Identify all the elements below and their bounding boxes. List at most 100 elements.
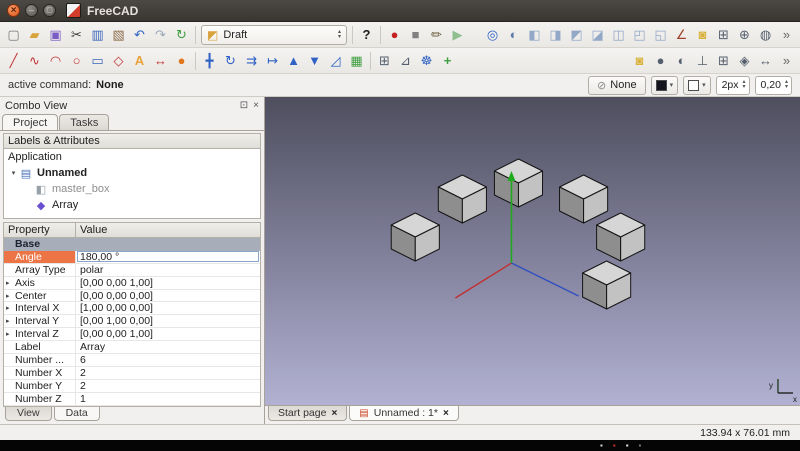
new-document-icon[interactable]: ▢ [3,24,24,46]
draft-scale-icon[interactable]: ◿ [325,50,346,72]
whatsthis-icon[interactable]: ? [356,24,377,46]
close-panel-icon[interactable]: × [253,101,259,111]
copy-icon[interactable]: ▥ [87,24,108,46]
tab-close-icon[interactable]: × [331,408,337,419]
tree-expander-icon[interactable]: ▾ [8,169,19,177]
lock-position-icon[interactable]: ◙ [692,24,713,46]
snap-lock-icon[interactable]: ◙ [629,50,650,72]
draft-dimension-icon[interactable]: ↔ [150,50,171,72]
draw-style-icon[interactable]: ◐ [503,24,524,46]
window-maximize-button[interactable] [43,4,56,17]
prop-row-array-type[interactable]: Array Type polar [4,264,260,277]
prop-row-interval-y[interactable]: Interval Y [0,00 1,00 0,00] [4,315,260,328]
property-editor[interactable]: Base Angle 180,00 ° Array Type polar [3,238,261,407]
prop-row-number-z[interactable]: Number Z 1 [4,393,260,406]
spinner-arrows-icon[interactable] [785,80,788,90]
text-scale-spinbox[interactable]: 0,20 [755,76,792,95]
draft-wire-icon[interactable]: ∿ [24,50,45,72]
draft-point-icon[interactable]: ● [171,50,192,72]
line-width-spinbox[interactable]: 2px [716,76,750,95]
tab-project[interactable]: Project [2,114,58,130]
autogroup-button[interactable]: ⊘ None [588,76,646,95]
property-expand-icon[interactable] [6,317,15,325]
draft-rectangle-icon[interactable]: ▭ [87,50,108,72]
view-bottom-icon[interactable]: ◰ [629,24,650,46]
property-expand-icon[interactable] [6,330,15,338]
snap-dimensions-icon[interactable]: ↔ [755,50,776,72]
prop-row-number-y[interactable]: Number Y 2 [4,380,260,393]
prop-row-center[interactable]: Center [0,00 0,00 0,00] [4,290,260,303]
zoom-fit-icon[interactable]: ◎ [482,24,503,46]
workbench-selector[interactable]: ◩ Draft [201,25,347,45]
draft-upgrade-icon[interactable]: ▲ [283,50,304,72]
draft-preferences-icon[interactable]: ☸ [416,50,437,72]
tab-view[interactable]: View [5,407,52,421]
dock-view-icon[interactable]: ⊞ [713,24,734,46]
macro-record-icon[interactable]: ● [384,24,405,46]
snap-midpoint-icon[interactable]: ◐ [671,50,692,72]
prop-row-number-polar[interactable]: Number ... 6 [4,354,260,367]
draft-line-icon[interactable]: ╱ [3,50,24,72]
combo-spinner-icon[interactable] [338,30,341,40]
line-color-button[interactable] [651,76,679,95]
save-icon[interactable]: ▣ [45,24,66,46]
tree-item-unnamed[interactable]: ▾ ▤ Unnamed [4,165,260,181]
draft-heal-icon[interactable]: + [437,50,458,72]
property-expand-icon[interactable] [6,292,15,300]
draft-rotate-icon[interactable]: ↻ [220,50,241,72]
prop-row-base[interactable]: Base [4,238,260,251]
tab-data[interactable]: Data [54,407,100,421]
macro-edit-icon[interactable]: ✏ [426,24,447,46]
open-folder-icon[interactable]: ▰ [24,24,45,46]
view-isometric-icon[interactable]: ◧ [524,24,545,46]
face-color-button[interactable] [683,76,711,95]
view-rear-icon[interactable]: ◫ [608,24,629,46]
draft-circle-icon[interactable]: ○ [66,50,87,72]
undo-icon[interactable]: ↶ [129,24,150,46]
snap-working-plane-icon[interactable]: ◈ [734,50,755,72]
axis-cross-icon[interactable]: ⊕ [734,24,755,46]
window-minimize-button[interactable] [25,4,38,17]
float-panel-icon[interactable]: ⊡ [240,101,248,111]
value-column-header[interactable]: Value [76,223,260,237]
spinner-arrows-icon[interactable] [743,80,746,90]
model-tree[interactable]: Application ▾ ▤ Unnamed ◧ master_box [3,149,261,219]
draft-text-icon[interactable]: A [129,50,150,72]
macro-play-icon[interactable]: ▶ [447,24,468,46]
tree-item-array[interactable]: ◆ Array [4,197,260,213]
prop-row-interval-z[interactable]: Interval Z [0,00 0,00 1,00] [4,328,260,341]
macro-stop-icon[interactable]: ■ [405,24,426,46]
draft-offset-icon[interactable]: ⇉ [241,50,262,72]
refresh-icon[interactable]: ↻ [171,24,192,46]
titlebar[interactable]: FreeCAD [0,0,800,22]
redo-icon[interactable]: ↷ [150,24,171,46]
measure-distance-icon[interactable]: ∠ [671,24,692,46]
tab-tasks[interactable]: Tasks [59,114,109,130]
transparency-icon[interactable]: ◍ [755,24,776,46]
view-right-icon[interactable]: ◪ [587,24,608,46]
3d-view-canvas[interactable]: y x [265,97,800,405]
draft-toggle-grid-icon[interactable]: ⊞ [374,50,395,72]
prop-row-label[interactable]: Label Array [4,341,260,354]
tab-start-page[interactable]: Start page × [268,406,347,421]
property-expand-icon[interactable] [6,304,15,312]
cut-icon[interactable]: ✂ [66,24,87,46]
3d-viewport[interactable]: y x [265,97,800,405]
combo-view-header[interactable]: Combo View ⊡ × [0,97,264,114]
prop-row-angle[interactable]: Angle 180,00 ° [4,251,260,264]
view-front-icon[interactable]: ◨ [545,24,566,46]
tab-close-icon[interactable]: × [443,408,449,419]
view-top-icon[interactable]: ◩ [566,24,587,46]
prop-row-axis[interactable]: Axis [0,00 0,00 1,00] [4,277,260,290]
prop-row-interval-x[interactable]: Interval X [1,00 0,00 0,00] [4,302,260,315]
window-close-button[interactable] [7,4,20,17]
draft-working-plane-icon[interactable]: ⊿ [395,50,416,72]
prop-row-number-x[interactable]: Number X 2 [4,367,260,380]
property-expand-icon[interactable] [6,279,15,287]
snap-grid-icon[interactable]: ⊞ [713,50,734,72]
property-column-header[interactable]: Property [4,223,76,237]
tree-item-master-box[interactable]: ◧ master_box [4,181,260,197]
draft-polygon-icon[interactable]: ◇ [108,50,129,72]
snap-perpendicular-icon[interactable]: ⊥ [692,50,713,72]
draft-arc-icon[interactable]: ◠ [45,50,66,72]
